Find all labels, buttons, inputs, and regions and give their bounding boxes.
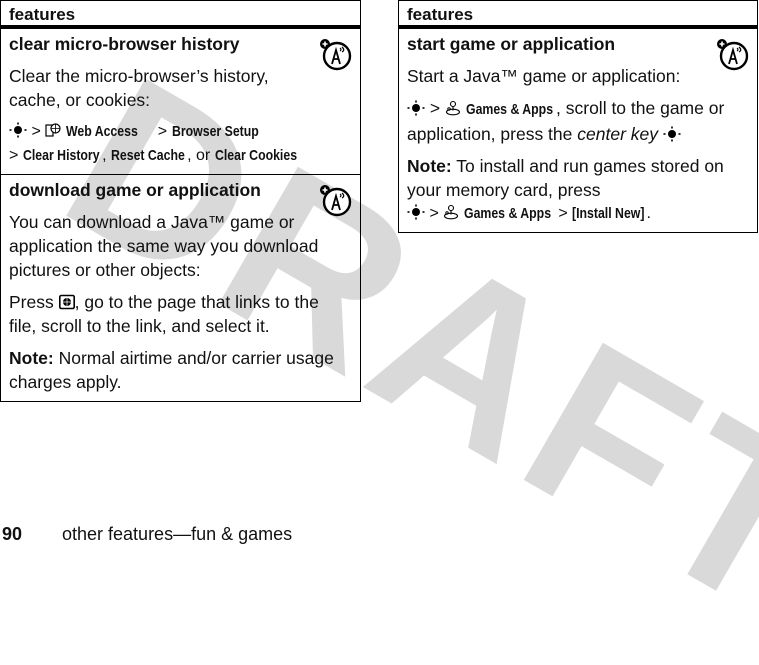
note-text: Normal airtime and/or carrier usage char… (9, 348, 334, 392)
games-apps-icon (444, 204, 459, 220)
browser-key-icon (58, 294, 75, 310)
note-text: To install and run games stored on your … (407, 156, 724, 200)
path-separator: > (9, 147, 19, 164)
center-key-text: center key (577, 124, 658, 144)
menu-item-clear-history[interactable]: Clear History (23, 144, 100, 168)
menu-item-web-access[interactable]: Web Access (66, 120, 138, 144)
press-instruction: Press , go to the page that links to the… (9, 290, 344, 338)
nav-key-icon (407, 204, 425, 220)
note-label: Note: (407, 156, 452, 176)
features-table-left: features clear micro-browser history Cle… (0, 0, 361, 402)
nav-key-icon (9, 122, 27, 138)
menu-item-clear-cookies[interactable]: Clear Cookies (215, 144, 297, 168)
feature-row-download-game: download game or application You can dow… (1, 174, 360, 400)
menu-path: > Web Access > Browser Setup > Clear His… (9, 120, 352, 168)
table-header: features (1, 1, 360, 29)
network-feature-icon (717, 39, 749, 71)
menu-item-games-apps[interactable]: Games & Apps (466, 98, 553, 122)
menu-item-install-new[interactable]: [Install New] (572, 202, 644, 226)
section-title: other features—fun & games (62, 524, 293, 544)
path-separator: > (31, 123, 41, 140)
note: Note: To install and run games stored on… (407, 154, 747, 226)
feature-title: download game or application (9, 180, 261, 200)
note: Note: Normal airtime and/or carrier usag… (9, 346, 344, 394)
menu-path: > Games & Apps, scroll to the game or ap… (407, 98, 725, 144)
menu-item-browser-setup[interactable]: Browser Setup (172, 120, 259, 144)
feature-description: Start a Java™ game or application: (407, 66, 681, 86)
or-text: , or (187, 147, 211, 164)
press-text: Press (9, 292, 54, 312)
feature-title: start game or application (407, 34, 616, 54)
feature-row-start-game: start game or application Start a Java™ … (399, 29, 757, 229)
page-number: 90 (2, 524, 23, 544)
path-separator: > (157, 123, 168, 140)
feature-description: You can download a Java™ game or applica… (9, 212, 319, 280)
note-label: Note: (9, 348, 54, 368)
web-access-icon (45, 123, 61, 137)
table-header: features (399, 1, 757, 29)
menu-item-games-apps[interactable]: Games & Apps (464, 202, 551, 226)
press-suffix: , go to the page that links to the file,… (9, 292, 319, 336)
games-apps-icon (445, 100, 461, 116)
period: . (646, 205, 651, 222)
features-table-right: features start game or application Start… (398, 0, 758, 233)
menu-item-reset-cache[interactable]: Reset Cache (111, 144, 185, 168)
feature-title: clear micro-browser history (9, 34, 240, 54)
nav-key-icon (407, 100, 425, 116)
comma: , (102, 147, 107, 164)
nav-key-icon (663, 126, 681, 142)
feature-description: Clear the micro-browser’s history, cache… (9, 66, 269, 110)
feature-row-clear-history: clear micro-browser history Clear the mi… (1, 29, 360, 174)
network-feature-icon (320, 39, 352, 71)
network-feature-icon (320, 185, 352, 217)
